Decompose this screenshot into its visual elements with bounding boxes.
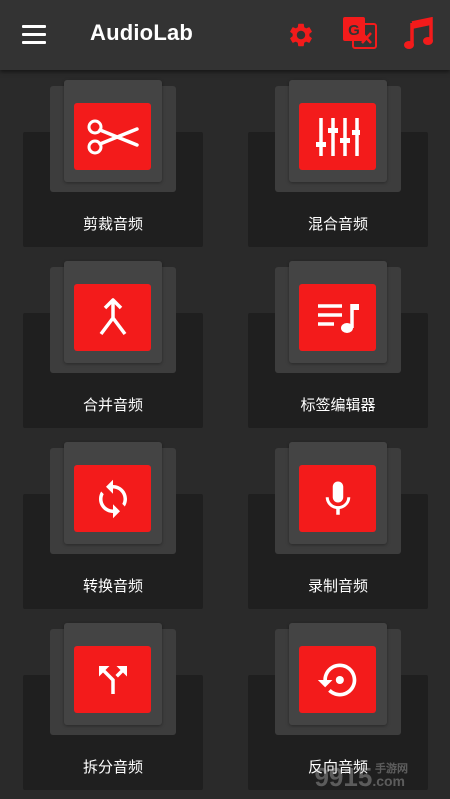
sync-arrows-icon <box>74 465 151 532</box>
watermark-domain: .com <box>372 773 405 789</box>
google-translate-icon[interactable]: G <box>342 16 378 54</box>
watermark-number: 9915 <box>314 762 373 792</box>
watermark-logo: 9915.com手游网 <box>314 762 438 793</box>
tile-label: 转换音频 <box>82 577 143 595</box>
tools-grid: 剪裁音频 混合音频 合并音频 标签编辑器 转换音频 录制音频 拆分音频 反向音频 <box>0 70 450 799</box>
tile-label: 拆分音频 <box>82 758 143 776</box>
tile-label: 剪裁音频 <box>82 215 143 233</box>
music-note-icon[interactable] <box>404 16 434 55</box>
merge-arrow-icon <box>74 284 151 351</box>
tile-label: 标签编辑器 <box>300 396 376 414</box>
reverse-clock-icon <box>299 646 376 713</box>
watermark-cn: 手游网 <box>375 763 408 775</box>
scissors-icon <box>74 103 151 170</box>
hamburger-menu-icon[interactable] <box>22 25 48 45</box>
translate-glyph: G <box>348 22 360 39</box>
tile-label: 录制音频 <box>307 577 368 595</box>
split-arrow-icon <box>74 646 151 713</box>
app-bar: AudioLab G <box>0 0 450 70</box>
app-title: AudioLab <box>90 20 194 45</box>
tile-label: 合并音频 <box>82 396 143 414</box>
tile-label: 混合音频 <box>307 215 368 233</box>
microphone-icon <box>299 465 376 532</box>
equalizer-sliders-icon <box>299 103 376 170</box>
gear-icon[interactable] <box>287 21 315 53</box>
playlist-note-icon <box>299 284 376 351</box>
